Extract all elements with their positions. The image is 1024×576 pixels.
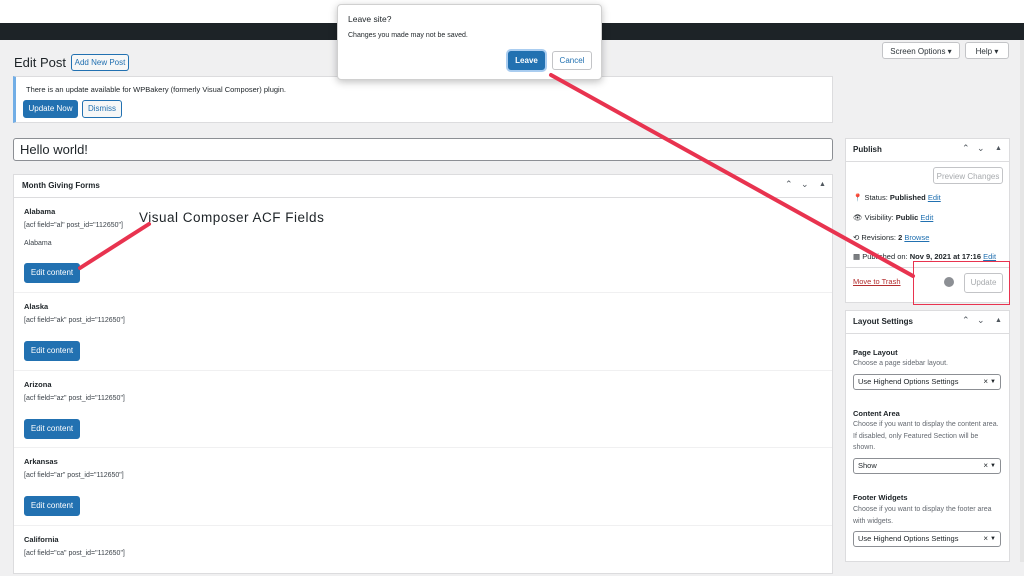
acf-shortcode: [acf field="az" post_id="112650"]	[24, 395, 125, 402]
publish-title: Publish	[853, 145, 882, 154]
visibility-value: Public	[895, 213, 919, 222]
cancel-button[interactable]: Cancel	[552, 51, 592, 70]
edit-content-button[interactable]: Edit content	[24, 419, 80, 439]
layout-settings-header: Layout Settings ⌃ ⌄ ▲	[846, 311, 1009, 334]
status-value: Published	[889, 193, 926, 202]
move-up-icon[interactable]: ⌃	[962, 315, 970, 326]
acf-shortcode: [acf field="ca" post_id="112650"]	[24, 550, 125, 557]
move-down-icon[interactable]: ⌄	[977, 315, 985, 326]
toggle-panel-icon[interactable]: ▲	[995, 317, 1002, 324]
publish-header: Publish ⌃ ⌄ ▲	[846, 139, 1009, 162]
visibility-row: 👁 Visibility: Public Edit	[853, 213, 933, 222]
edit-content-button[interactable]: Edit content	[24, 341, 80, 361]
state-name: Arkansas	[24, 457, 58, 466]
page-layout-label: Page Layout	[853, 348, 898, 357]
footer-widgets-desc: Choose if you want to display the footer…	[853, 506, 992, 525]
leave-button[interactable]: Leave	[508, 51, 545, 70]
edit-content-button[interactable]: Edit content	[24, 263, 80, 283]
toggle-panel-icon[interactable]: ▲	[995, 145, 1002, 152]
status-label: Status:	[864, 193, 888, 202]
update-notice: There is an update available for WPBaker…	[13, 76, 833, 123]
edit-content-button[interactable]: Edit content	[24, 496, 80, 516]
state-block: Alaska [acf field="ak" post_id="112650"]…	[14, 292, 832, 371]
content-area-value: Show	[858, 461, 877, 470]
annotation-label: Visual Composer ACF Fields	[139, 210, 325, 225]
post-title-input[interactable]: Hello world!	[13, 138, 833, 161]
chevron-down-icon[interactable]: ▼	[990, 375, 996, 389]
scrollbar[interactable]	[1020, 40, 1024, 562]
chevron-down-icon[interactable]: ▼	[990, 532, 996, 546]
chevron-down-icon[interactable]: ▼	[990, 459, 996, 473]
page-layout-desc: Choose a page sidebar layout.	[853, 360, 948, 367]
state-block: California [acf field="ca" post_id="1126…	[14, 525, 832, 576]
content-area-desc: Choose if you want to display the conten…	[853, 421, 999, 451]
clock-icon: ⟲	[853, 233, 860, 242]
page-layout-value: Use Highend Options Settings	[858, 377, 959, 386]
layout-settings-title: Layout Settings	[853, 317, 914, 326]
state-block: Arizona [acf field="az" post_id="112650"…	[14, 370, 832, 448]
state-block: Alabama [acf field="al" post_id="112650"…	[14, 197, 832, 293]
layout-settings-box: Layout Settings ⌃ ⌄ ▲ Page Layout Choose…	[845, 310, 1010, 562]
move-down-icon[interactable]: ⌄	[801, 179, 809, 190]
revisions-label: Revisions:	[861, 233, 896, 242]
screen-options-button[interactable]: Screen Options ▾	[882, 42, 960, 59]
clear-icon[interactable]: ×	[983, 459, 988, 473]
state-name: Alaska	[24, 302, 49, 311]
visibility-edit-link[interactable]: Edit	[920, 213, 933, 222]
pin-icon: 📍	[853, 193, 863, 202]
acf-shortcode: [acf field="al" post_id="112650"]	[24, 222, 123, 229]
footer-widgets-value: Use Highend Options Settings	[858, 534, 959, 543]
footer-widgets-label: Footer Widgets	[853, 493, 908, 502]
eye-icon: 👁	[853, 213, 863, 222]
page-title: Edit Post	[14, 55, 67, 70]
published-edit-link[interactable]: Edit	[983, 252, 996, 261]
state-value: Alabama	[24, 240, 52, 247]
acf-shortcode: [acf field="ar" post_id="112650"]	[24, 472, 124, 479]
state-name: Alabama	[24, 207, 56, 216]
add-new-post-button[interactable]: Add New Post	[71, 54, 129, 71]
update-now-button[interactable]: Update Now	[23, 100, 78, 118]
metabox-header: Month Giving Forms ⌃ ⌄ ▲	[14, 175, 832, 198]
state-name: Arizona	[24, 380, 52, 389]
highlight-box	[913, 261, 1010, 305]
visibility-label: Visibility:	[864, 213, 894, 222]
state-name: California	[24, 535, 59, 544]
status-row: 📍 Status: Published Edit	[853, 193, 941, 202]
move-down-icon[interactable]: ⌄	[977, 143, 985, 154]
published-value: Nov 9, 2021 at 17:16	[909, 252, 982, 261]
preview-changes-button[interactable]: Preview Changes	[933, 167, 1003, 184]
calendar-icon: ▦	[853, 252, 861, 261]
clear-icon[interactable]: ×	[983, 532, 988, 546]
help-button[interactable]: Help ▾	[965, 42, 1009, 59]
dismiss-button[interactable]: Dismiss	[82, 100, 122, 118]
content-area-select[interactable]: Show × ▼	[853, 458, 1001, 474]
toggle-panel-icon[interactable]: ▲	[819, 181, 826, 188]
dialog-title: Leave site?	[348, 14, 392, 24]
state-block: Arkansas [acf field="ar" post_id="112650…	[14, 447, 832, 526]
revisions-row: ⟲ Revisions: 2 Browse	[853, 233, 929, 242]
published-row: ▦ Published on: Nov 9, 2021 at 17:16 Edi…	[853, 252, 996, 261]
footer-widgets-select[interactable]: Use Highend Options Settings × ▼	[853, 531, 1001, 547]
move-up-icon[interactable]: ⌃	[962, 143, 970, 154]
content-area-label: Content Area	[853, 409, 900, 418]
metabox-title: Month Giving Forms	[22, 181, 100, 190]
acf-shortcode: [acf field="ak" post_id="112650"]	[24, 317, 125, 324]
status-edit-link[interactable]: Edit	[928, 193, 941, 202]
published-label: Published on:	[862, 252, 908, 261]
month-giving-forms-metabox: Month Giving Forms ⌃ ⌄ ▲ Alabama [acf fi…	[13, 174, 833, 576]
leave-site-dialog: Leave site? Changes you made may not be …	[337, 4, 602, 80]
revisions-value: 2	[898, 233, 903, 242]
revisions-browse-link[interactable]: Browse	[904, 233, 929, 242]
page-layout-select[interactable]: Use Highend Options Settings × ▼	[853, 374, 1001, 390]
move-to-trash-link[interactable]: Move to Trash	[853, 277, 901, 286]
clear-icon[interactable]: ×	[983, 375, 988, 389]
notice-text: There is an update available for WPBaker…	[26, 85, 286, 94]
dialog-message: Changes you made may not be saved.	[348, 32, 468, 39]
move-up-icon[interactable]: ⌃	[785, 179, 793, 190]
